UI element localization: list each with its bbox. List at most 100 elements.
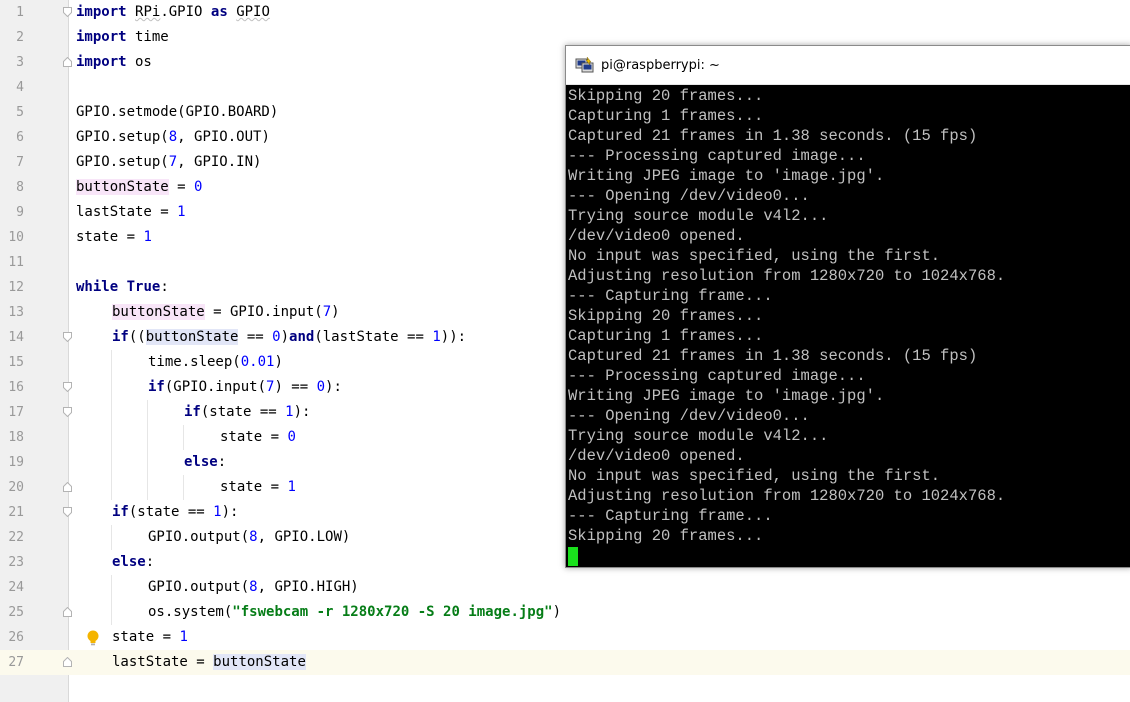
code-text: if(state == 1): xyxy=(112,500,238,525)
keyword-token: if xyxy=(112,329,129,345)
terminal-window[interactable]: pi@raspberrypi: ~ Skipping 20 frames... C… xyxy=(565,45,1130,568)
keyword-token: import xyxy=(76,29,127,45)
code-token: ): xyxy=(325,379,342,395)
fold-end-icon[interactable] xyxy=(63,482,72,492)
number-token: 1 xyxy=(179,629,188,645)
number-token: 0 xyxy=(272,329,281,345)
code-text: state = 1 xyxy=(112,625,188,650)
terminal-line: --- Processing captured image... xyxy=(568,367,866,385)
code-text: os.system("fswebcam -r 1280x720 -S 20 im… xyxy=(148,600,561,625)
code-text: state = 1 xyxy=(76,225,152,250)
code-token: state = xyxy=(112,629,180,645)
code-text: if(GPIO.input(7) == 0): xyxy=(148,375,342,400)
code-token: == xyxy=(238,329,273,345)
code-token: lastState = xyxy=(76,204,178,220)
code-text: while True: xyxy=(76,275,169,300)
fold-end-icon[interactable] xyxy=(63,657,72,667)
indent-guide xyxy=(183,475,184,500)
keyword-token: import xyxy=(76,4,127,20)
code-text: import time xyxy=(76,25,169,50)
terminal-line: --- Opening /dev/video0... xyxy=(568,407,810,425)
indent-guide xyxy=(111,525,112,550)
code-line[interactable]: 27 lastState = buttonState xyxy=(0,650,1130,675)
fold-end-icon[interactable] xyxy=(63,57,72,67)
line-number: 17 xyxy=(8,405,24,420)
line-number: 22 xyxy=(8,530,24,545)
code-token: , GPIO.HIGH) xyxy=(257,579,359,595)
line-number: 14 xyxy=(8,330,24,345)
code-token: ): xyxy=(221,504,239,520)
code-token: = GPIO.input( xyxy=(204,304,323,320)
fold-collapse-icon[interactable] xyxy=(63,507,72,517)
code-line[interactable]: 24 GPIO.output(8, GPIO.HIGH) xyxy=(0,575,1130,600)
code-text: lastState = buttonState xyxy=(112,650,306,675)
fold-collapse-icon[interactable] xyxy=(63,7,72,17)
code-token: , GPIO.IN) xyxy=(177,154,262,170)
line-number: 4 xyxy=(16,80,24,95)
indent-guide xyxy=(111,425,112,450)
terminal-titlebar[interactable]: pi@raspberrypi: ~ xyxy=(566,46,1130,85)
code-token: ) == xyxy=(274,379,317,395)
terminal-line: No input was specified, using the first. xyxy=(568,467,941,485)
code-token: RPi xyxy=(135,4,161,20)
fold-collapse-icon[interactable] xyxy=(63,407,72,417)
lightbulb-icon[interactable] xyxy=(86,630,100,646)
code-text: if((buttonState == 0)and(lastState == 1)… xyxy=(112,325,466,350)
code-token: GPIO.setup( xyxy=(76,154,169,170)
line-number: 27 xyxy=(8,655,24,670)
number-token: 8 xyxy=(249,529,258,545)
number-token: 1 xyxy=(287,479,296,495)
keyword-token: else xyxy=(112,554,146,570)
line-number: 12 xyxy=(8,280,24,295)
number-token: 8 xyxy=(168,129,178,145)
indent-guide xyxy=(183,425,184,450)
code-token: buttonState xyxy=(112,304,205,320)
terminal-line: --- Capturing frame... xyxy=(568,287,773,305)
keyword-token: while xyxy=(76,279,119,295)
keyword-token: True xyxy=(126,279,161,295)
string-token: "fswebcam -r 1280x720 -S 20 image.jpg" xyxy=(232,604,553,620)
code-text: import RPi.GPIO as GPIO xyxy=(76,0,270,25)
terminal-line: --- Capturing frame... xyxy=(568,507,773,525)
code-text: time.sleep(0.01) xyxy=(148,350,283,375)
line-number: 21 xyxy=(8,505,24,520)
line-number: 3 xyxy=(16,55,24,70)
number-token: 8 xyxy=(249,579,258,595)
code-token: os xyxy=(126,54,152,70)
code-text: GPIO.output(8, GPIO.HIGH) xyxy=(148,575,359,600)
indent-guide xyxy=(111,450,112,475)
code-line[interactable]: 26 state = 1 xyxy=(0,625,1130,650)
terminal-output[interactable]: Skipping 20 frames... Capturing 1 frames.… xyxy=(568,86,1128,566)
number-token: 1 xyxy=(213,504,222,520)
line-number: 10 xyxy=(8,230,24,245)
code-token: ) xyxy=(274,354,283,370)
line-number: 26 xyxy=(8,630,24,645)
terminal-line: Writing JPEG image to 'image.jpg'. xyxy=(568,387,885,405)
code-token: buttonState xyxy=(213,654,306,670)
code-token: time xyxy=(126,29,169,45)
number-token: 0 xyxy=(287,429,296,445)
code-token: GPIO.output( xyxy=(148,579,250,595)
code-line[interactable]: 25 os.system("fswebcam -r 1280x720 -S 20 … xyxy=(0,600,1130,625)
line-number: 24 xyxy=(8,580,24,595)
keyword-token: else xyxy=(184,454,218,470)
terminal-line: Skipping 20 frames... xyxy=(568,307,764,325)
code-token: buttonState xyxy=(76,179,169,195)
indent-guide xyxy=(111,350,112,375)
fold-end-icon[interactable] xyxy=(63,607,72,617)
indent-guide xyxy=(147,450,148,475)
line-number: 18 xyxy=(8,430,24,445)
code-token: GPIO.setmode(GPIO.BOARD) xyxy=(76,104,279,120)
terminal-line: Writing JPEG image to 'image.jpg'. xyxy=(568,167,885,185)
line-number: 13 xyxy=(8,305,24,320)
fold-collapse-icon[interactable] xyxy=(63,382,72,392)
fold-collapse-icon[interactable] xyxy=(63,332,72,342)
number-token: 1 xyxy=(285,404,294,420)
code-line[interactable]: 1 import RPi.GPIO as GPIO xyxy=(0,0,1130,25)
code-text: GPIO.setup(8, GPIO.OUT) xyxy=(76,125,270,150)
line-number: 8 xyxy=(16,180,24,195)
keyword-token: if xyxy=(148,379,165,395)
code-token: lastState = xyxy=(112,654,214,670)
code-token: .GPIO xyxy=(160,4,211,20)
